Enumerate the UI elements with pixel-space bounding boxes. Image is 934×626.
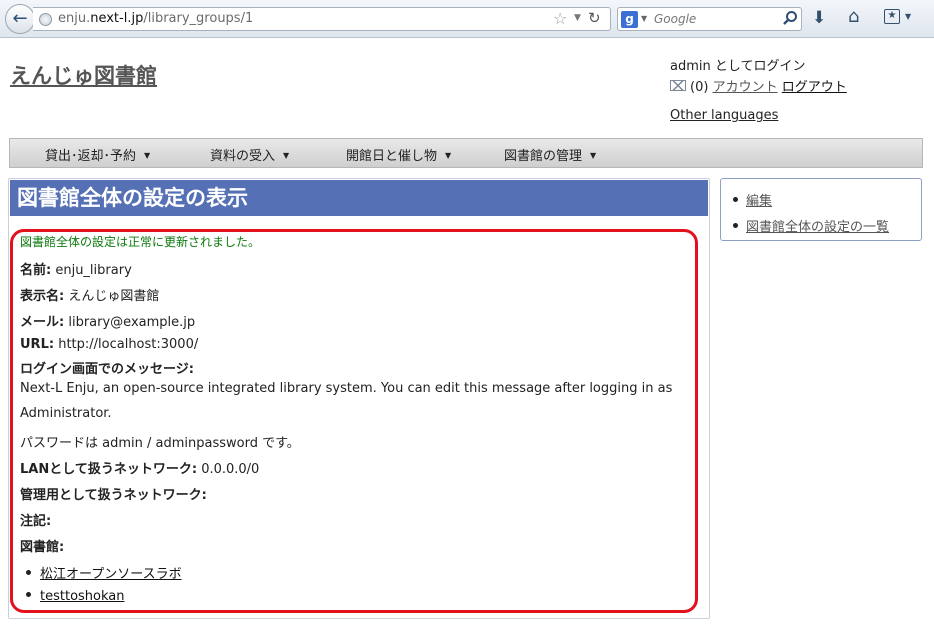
globe-icon bbox=[39, 13, 52, 26]
field-label: ログイン画面でのメッセージ: bbox=[20, 362, 194, 377]
browser-toolbar: ← enju.next-l.jp/library_groups/1 ☆ ▼ ↻ … bbox=[0, 0, 934, 38]
field-login-message-label: ログイン画面でのメッセージ: bbox=[20, 358, 194, 377]
field-label: 管理用として扱うネットワーク: bbox=[20, 488, 207, 503]
url-text[interactable]: enju.next-l.jp/library_groups/1 bbox=[58, 11, 253, 26]
back-arrow-icon[interactable]: ← bbox=[5, 4, 35, 34]
message-count: (0) bbox=[690, 80, 709, 95]
caret-down-icon: ▼ bbox=[590, 151, 597, 160]
url-prefix: enju. bbox=[58, 11, 91, 26]
caret-down-icon: ▼ bbox=[445, 151, 452, 160]
field-url: URL: http://localhost:3000/ bbox=[20, 337, 198, 352]
field-value: 0.0.0.0/0 bbox=[201, 462, 260, 477]
bookmarks-dropdown-icon[interactable]: ▼ bbox=[905, 12, 911, 21]
library-link[interactable]: 松江オープンソースラボ bbox=[40, 567, 182, 582]
field-libraries: 図書館: bbox=[20, 536, 64, 555]
field-value: http://localhost:3000/ bbox=[58, 337, 199, 352]
field-label: メール: bbox=[20, 315, 65, 330]
login-status: admin としてログイン bbox=[670, 59, 806, 74]
field-email: メール: library@example.jp bbox=[20, 311, 195, 330]
other-languages-link[interactable]: Other languages bbox=[670, 108, 778, 123]
nav-item-management[interactable]: 図書館の管理 ▼ bbox=[504, 145, 596, 164]
nav-item-label: 図書館の管理 bbox=[504, 149, 583, 164]
settings-list-link[interactable]: 図書館全体の設定の一覧 bbox=[746, 220, 889, 235]
caret-down-icon: ▼ bbox=[283, 151, 290, 160]
url-dropdown-icon[interactable]: ▼ bbox=[574, 13, 581, 23]
bookmark-star-icon[interactable]: ☆ bbox=[553, 9, 567, 28]
nav-item-label: 貸出･返却･予約 bbox=[45, 149, 137, 164]
home-icon[interactable]: ⌂ bbox=[848, 6, 859, 27]
field-label: LANとして扱うネットワーク: bbox=[20, 462, 198, 477]
field-label: 注記: bbox=[20, 514, 52, 529]
search-placeholder[interactable]: Google bbox=[654, 12, 696, 26]
search-bar[interactable]: g ▼ Google bbox=[617, 7, 802, 31]
sidebar-actions: 編集 図書館全体の設定の一覧 bbox=[720, 178, 922, 241]
field-display-name: 表示名: えんじゅ図書館 bbox=[20, 285, 159, 304]
mail-icon[interactable] bbox=[670, 80, 686, 91]
nav-item-acquisition[interactable]: 資料の受入 ▼ bbox=[210, 145, 289, 164]
nav-item-circulation[interactable]: 貸出･返却･予約 ▼ bbox=[45, 145, 150, 164]
bullet bbox=[26, 592, 31, 597]
account-link[interactable]: アカウント bbox=[713, 80, 778, 95]
google-icon[interactable]: g bbox=[621, 11, 638, 28]
field-value: library@example.jp bbox=[68, 315, 196, 330]
field-value: えんじゅ図書館 bbox=[68, 289, 160, 304]
field-label: 表示名: bbox=[20, 289, 65, 304]
bullet bbox=[26, 570, 31, 575]
field-label: 図書館: bbox=[20, 540, 65, 555]
reload-icon[interactable]: ↻ bbox=[588, 9, 601, 27]
url-domain: next-l.jp bbox=[90, 11, 144, 26]
download-icon[interactable]: ⬇ bbox=[812, 8, 826, 28]
sidebar-item-edit: 編集 bbox=[733, 190, 772, 209]
field-admin-network: 管理用として扱うネットワーク: bbox=[20, 484, 207, 503]
bullet bbox=[733, 223, 738, 228]
field-name: 名前: enju_library bbox=[20, 259, 132, 278]
address-bar[interactable]: enju.next-l.jp/library_groups/1 ☆ ▼ ↻ bbox=[33, 7, 611, 31]
edit-link[interactable]: 編集 bbox=[746, 194, 772, 209]
sidebar-item-list: 図書館全体の設定の一覧 bbox=[733, 216, 889, 235]
login-message-line: Administrator. bbox=[20, 406, 112, 421]
caret-down-icon: ▼ bbox=[144, 151, 151, 160]
nav-item-label: 開館日と催し物 bbox=[346, 149, 438, 164]
user-area: admin としてログイン (0) アカウント ログアウト bbox=[670, 55, 847, 95]
login-message-line: パスワードは admin / adminpassword です。 bbox=[20, 436, 300, 451]
bookmarks-icon[interactable]: ★ bbox=[884, 9, 900, 24]
success-notice: 図書館全体の設定は正常に更新されました。 bbox=[20, 235, 261, 249]
field-lan: LANとして扱うネットワーク: 0.0.0.0/0 bbox=[20, 458, 259, 477]
logout-link[interactable]: ログアウト bbox=[782, 80, 847, 95]
site-title[interactable]: えんじゅ図書館 bbox=[10, 60, 157, 90]
page-title: 図書館全体の設定の表示 bbox=[10, 180, 708, 216]
url-path: /library_groups/1 bbox=[143, 11, 254, 26]
search-icon[interactable] bbox=[782, 10, 798, 26]
nav-item-events[interactable]: 開館日と催し物 ▼ bbox=[346, 145, 451, 164]
list-item: 松江オープンソースラボ bbox=[26, 563, 182, 582]
account-line: (0) アカウント ログアウト bbox=[670, 76, 847, 95]
field-value: enju_library bbox=[55, 263, 132, 278]
list-item: testtoshokan bbox=[26, 589, 125, 604]
nav-item-label: 資料の受入 bbox=[210, 149, 276, 164]
login-message-line: Next-L Enju, an open-source integrated l… bbox=[20, 381, 673, 396]
library-link[interactable]: testtoshokan bbox=[40, 589, 125, 604]
main-nav: 貸出･返却･予約 ▼ 資料の受入 ▼ 開館日と催し物 ▼ 図書館の管理 ▼ bbox=[9, 138, 923, 168]
field-label: URL: bbox=[20, 337, 55, 352]
search-engine-dropdown-icon[interactable]: ▼ bbox=[641, 14, 647, 23]
field-label: 名前: bbox=[20, 263, 52, 278]
bullet bbox=[733, 197, 738, 202]
field-note: 注記: bbox=[20, 510, 51, 529]
